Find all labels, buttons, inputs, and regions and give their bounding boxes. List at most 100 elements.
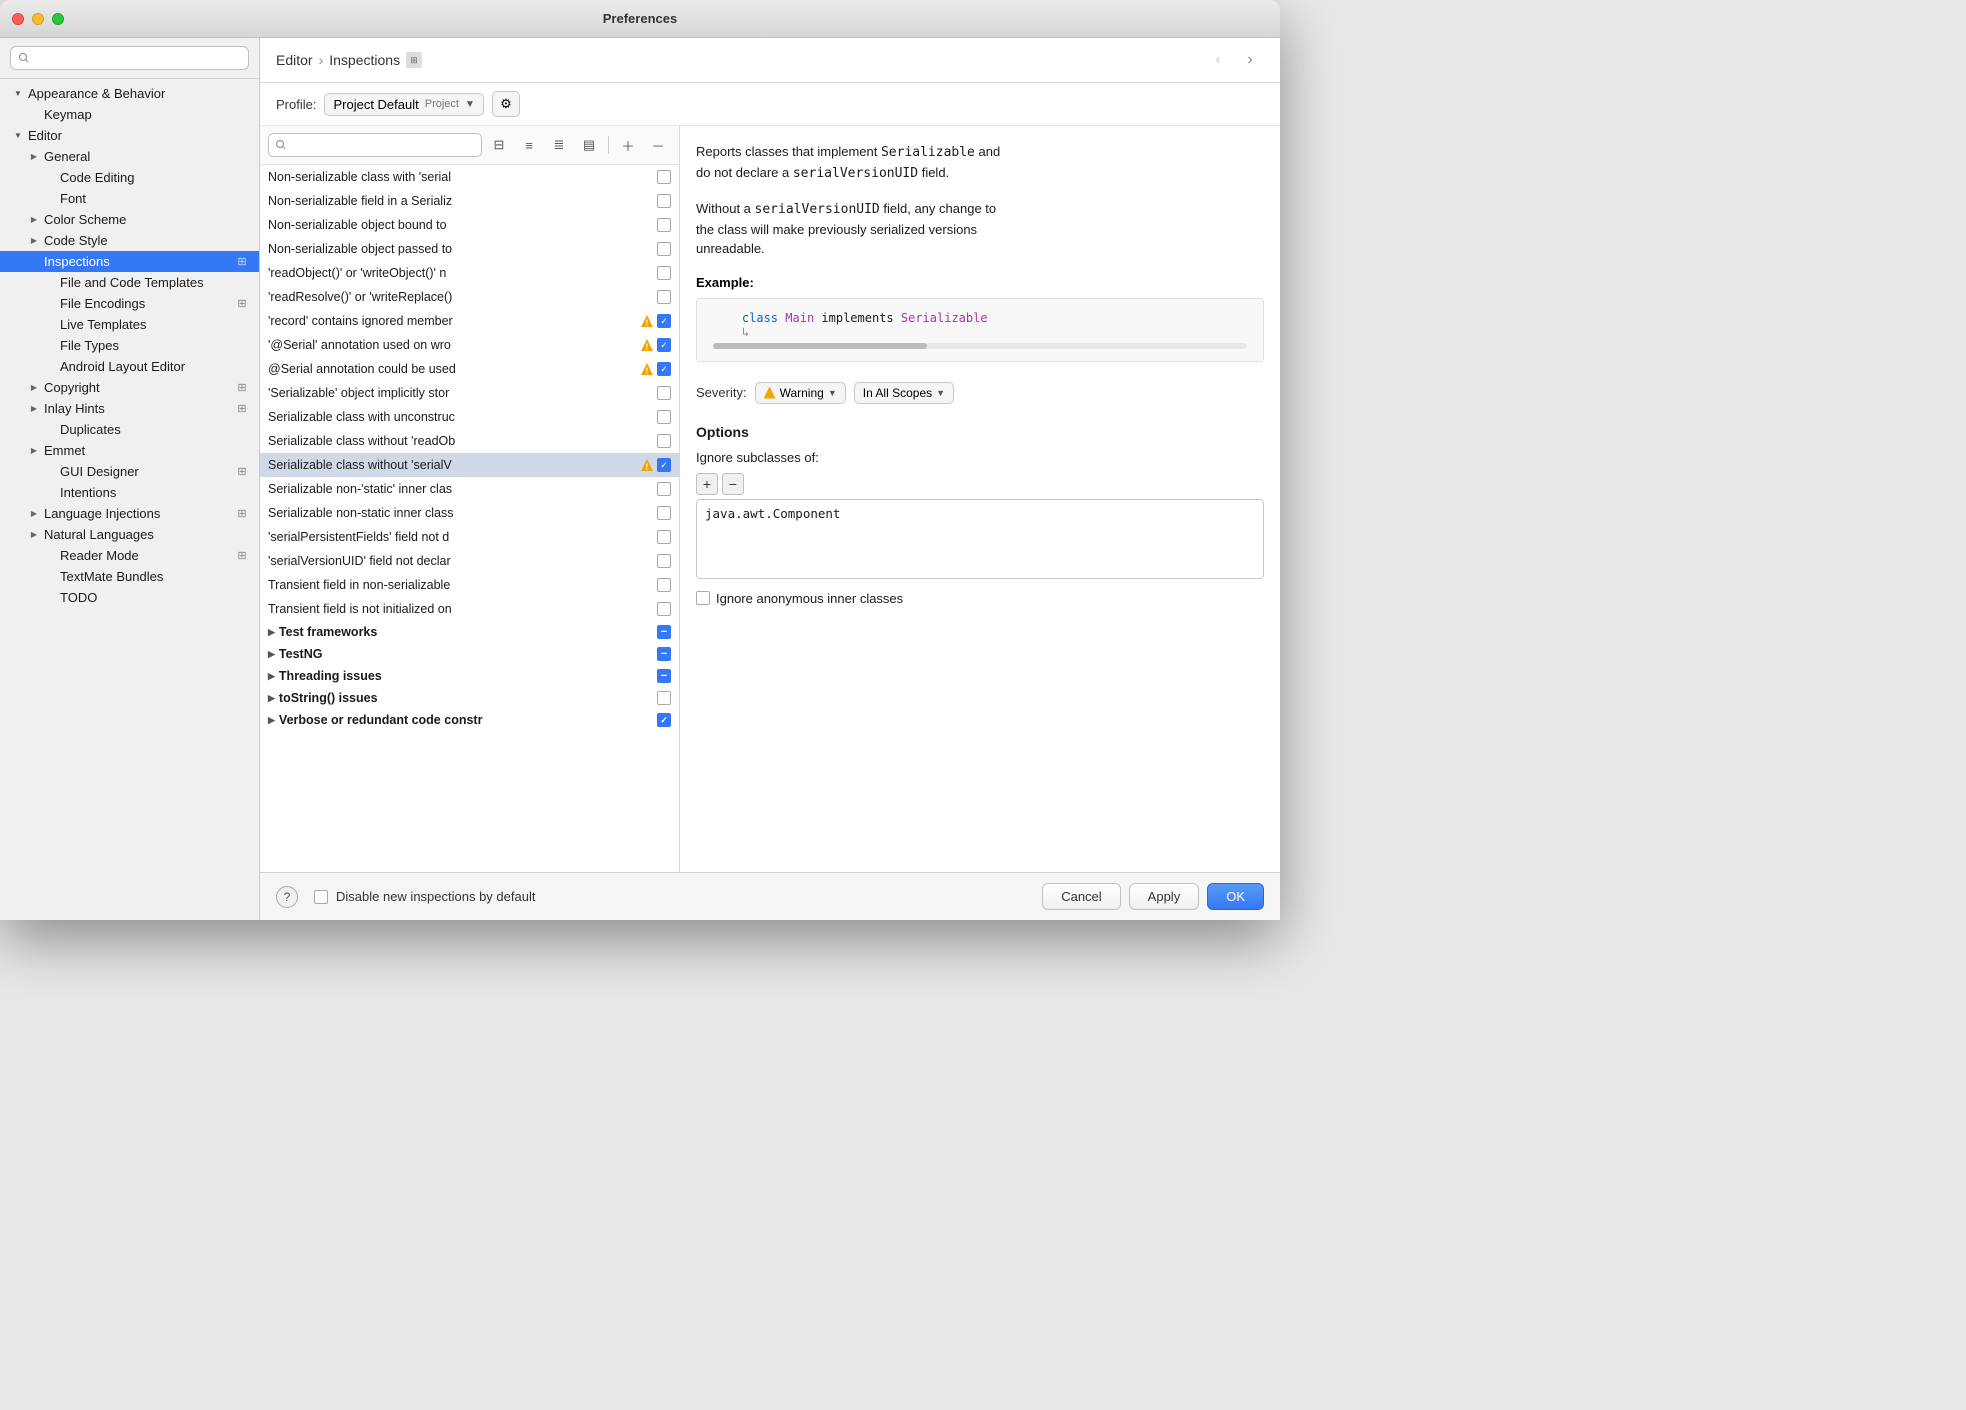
row-checkbox[interactable]	[657, 314, 671, 328]
row-checkbox[interactable]	[657, 506, 671, 520]
sidebar-item-keymap[interactable]: Keymap	[0, 104, 259, 125]
sidebar-item-general[interactable]: General	[0, 146, 259, 167]
row-checkbox[interactable]	[657, 554, 671, 568]
row-checkbox[interactable]	[657, 482, 671, 496]
profile-dropdown[interactable]: Project Default Project ▼	[324, 93, 483, 116]
sidebar-item-inlay-hints[interactable]: Inlay Hints	[0, 398, 259, 419]
apply-button[interactable]: Apply	[1129, 883, 1200, 910]
remove-button[interactable]: －	[645, 132, 671, 158]
row-checkbox[interactable]	[657, 434, 671, 448]
group-checkbox[interactable]	[657, 713, 671, 727]
inspection-row[interactable]: Transient field in non-serializable	[260, 573, 679, 597]
disable-inspections-checkbox[interactable]	[314, 890, 328, 904]
inspection-row[interactable]: @Serial annotation could be used !	[260, 357, 679, 381]
sidebar-item-font[interactable]: Font	[0, 188, 259, 209]
inspection-row[interactable]: Non-serializable object passed to	[260, 237, 679, 261]
sidebar-item-textmate-bundles[interactable]: TextMate Bundles	[0, 566, 259, 587]
inspection-row[interactable]: 'record' contains ignored member !	[260, 309, 679, 333]
sidebar-item-duplicates[interactable]: Duplicates	[0, 419, 259, 440]
group-checkbox[interactable]	[657, 647, 671, 661]
inspection-row[interactable]: Non-serializable field in a Serializ	[260, 189, 679, 213]
scope-dropdown[interactable]: In All Scopes ▼	[854, 382, 954, 404]
sidebar-item-intentions[interactable]: Intentions	[0, 482, 259, 503]
add-subclass-button[interactable]: +	[696, 473, 718, 495]
row-checkbox[interactable]	[657, 578, 671, 592]
row-checkbox[interactable]	[657, 458, 671, 472]
row-checkbox[interactable]	[657, 194, 671, 208]
collapse-all-button[interactable]: ≣	[546, 132, 572, 158]
sidebar-item-language-injections[interactable]: Language Injections	[0, 503, 259, 524]
sidebar-item-file-encodings[interactable]: File Encodings	[0, 293, 259, 314]
row-checkbox[interactable]	[657, 338, 671, 352]
inspection-row[interactable]: Serializable non-static inner class	[260, 501, 679, 525]
group-checkbox[interactable]	[657, 691, 671, 705]
row-checkbox[interactable]	[657, 362, 671, 376]
inspection-row[interactable]: Non-serializable object bound to	[260, 213, 679, 237]
group-row-test-frameworks[interactable]: ▶ Test frameworks	[260, 621, 679, 643]
row-checkbox[interactable]	[657, 602, 671, 616]
row-checkbox[interactable]	[657, 386, 671, 400]
group-checkbox[interactable]	[657, 669, 671, 683]
group-row-testng[interactable]: ▶ TestNG	[260, 643, 679, 665]
row-label: Serializable class without 'readOb	[268, 434, 657, 448]
sidebar-item-natural-languages[interactable]: Natural Languages	[0, 524, 259, 545]
inspection-row[interactable]: 'serialVersionUID' field not declar	[260, 549, 679, 573]
inspection-row[interactable]: 'serialPersistentFields' field not d	[260, 525, 679, 549]
gear-button[interactable]: ⚙	[492, 91, 520, 117]
inspection-row[interactable]: Serializable class without 'readOb	[260, 429, 679, 453]
inspection-row-selected[interactable]: Serializable class without 'serialV !	[260, 453, 679, 477]
row-checkbox[interactable]	[657, 170, 671, 184]
row-checkbox[interactable]	[657, 410, 671, 424]
group-button[interactable]: ▤	[576, 132, 602, 158]
close-button[interactable]	[12, 13, 24, 25]
sidebar-item-android-layout-editor[interactable]: Android Layout Editor	[0, 356, 259, 377]
inspection-row[interactable]: Serializable class with unconstruc	[260, 405, 679, 429]
inspection-row[interactable]: '@Serial' annotation used on wro !	[260, 333, 679, 357]
nav-back-button[interactable]: ‹	[1204, 48, 1232, 72]
row-checkbox[interactable]	[657, 266, 671, 280]
add-button[interactable]: ＋	[615, 132, 641, 158]
cancel-button[interactable]: Cancel	[1042, 883, 1120, 910]
sidebar-item-appearance[interactable]: Appearance & Behavior	[0, 83, 259, 104]
ignore-anonymous-checkbox[interactable]	[696, 591, 710, 605]
filter-button[interactable]: ⊟	[486, 132, 512, 158]
sidebar-item-file-code-templates[interactable]: File and Code Templates	[0, 272, 259, 293]
minimize-button[interactable]	[32, 13, 44, 25]
ok-button[interactable]: OK	[1207, 883, 1264, 910]
inspection-row[interactable]: Non-serializable class with 'serial	[260, 165, 679, 189]
sidebar-item-reader-mode[interactable]: Reader Mode	[0, 545, 259, 566]
sidebar-item-color-scheme[interactable]: Color Scheme	[0, 209, 259, 230]
sidebar-item-copyright[interactable]: Copyright	[0, 377, 259, 398]
group-checkbox[interactable]	[657, 625, 671, 639]
sidebar-item-code-editing[interactable]: Code Editing	[0, 167, 259, 188]
sidebar-item-emmet[interactable]: Emmet	[0, 440, 259, 461]
settings-icon[interactable]: ⊞	[406, 52, 422, 68]
maximize-button[interactable]	[52, 13, 64, 25]
sidebar-search-input[interactable]	[10, 46, 249, 70]
inspection-search-input[interactable]	[268, 133, 482, 157]
group-row-threading[interactable]: ▶ Threading issues	[260, 665, 679, 687]
row-checkbox[interactable]	[657, 530, 671, 544]
inspection-row[interactable]: 'readResolve()' or 'writeReplace()	[260, 285, 679, 309]
expand-all-button[interactable]: ≡	[516, 132, 542, 158]
help-button[interactable]: ?	[276, 886, 298, 908]
nav-forward-button[interactable]: ›	[1236, 48, 1264, 72]
sidebar-item-todo[interactable]: TODO	[0, 587, 259, 608]
sidebar-item-gui-designer[interactable]: GUI Designer	[0, 461, 259, 482]
inspection-row[interactable]: Serializable non-'static' inner clas	[260, 477, 679, 501]
sidebar-item-inspections[interactable]: Inspections	[0, 251, 259, 272]
group-row-tostring[interactable]: ▶ toString() issues	[260, 687, 679, 709]
sidebar-item-file-types[interactable]: File Types	[0, 335, 259, 356]
row-checkbox[interactable]	[657, 218, 671, 232]
severity-dropdown[interactable]: Warning ▼	[755, 382, 846, 404]
group-row-verbose[interactable]: ▶ Verbose or redundant code constr	[260, 709, 679, 731]
row-checkbox[interactable]	[657, 290, 671, 304]
row-checkbox[interactable]	[657, 242, 671, 256]
sidebar-item-editor[interactable]: Editor	[0, 125, 259, 146]
inspection-row[interactable]: Transient field is not initialized on	[260, 597, 679, 621]
inspection-row[interactable]: 'Serializable' object implicitly stor	[260, 381, 679, 405]
remove-subclass-button[interactable]: −	[722, 473, 744, 495]
sidebar-item-live-templates[interactable]: Live Templates	[0, 314, 259, 335]
inspection-row[interactable]: 'readObject()' or 'writeObject()' n	[260, 261, 679, 285]
sidebar-item-code-style[interactable]: Code Style	[0, 230, 259, 251]
